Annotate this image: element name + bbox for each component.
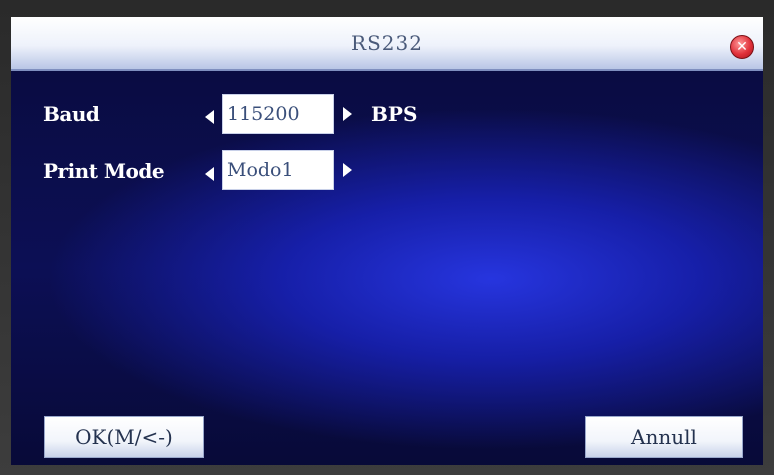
baud-prev-arrow-icon[interactable] — [205, 110, 214, 124]
title-bar: RS232 ✕ — [11, 17, 763, 71]
baud-value-field[interactable]: 115200 — [222, 94, 334, 134]
screen-background — [11, 69, 763, 465]
baud-unit-label: BPS — [371, 102, 418, 126]
baud-next-arrow-icon[interactable] — [343, 107, 352, 121]
ok-button[interactable]: OK(M/<-) — [44, 416, 204, 458]
baud-label: Baud — [43, 102, 100, 126]
device-screen: RS232 ✕ Baud 115200 BPS Print Mode Modo1… — [11, 17, 763, 465]
close-button[interactable]: ✕ — [730, 35, 754, 59]
print-mode-label: Print Mode — [43, 159, 165, 183]
print-mode-prev-arrow-icon[interactable] — [205, 167, 214, 181]
cancel-button[interactable]: Annull — [585, 416, 743, 458]
window-title: RS232 — [351, 31, 423, 55]
print-mode-next-arrow-icon[interactable] — [343, 163, 352, 177]
close-icon: ✕ — [736, 39, 748, 55]
print-mode-value-field[interactable]: Modo1 — [222, 150, 334, 190]
